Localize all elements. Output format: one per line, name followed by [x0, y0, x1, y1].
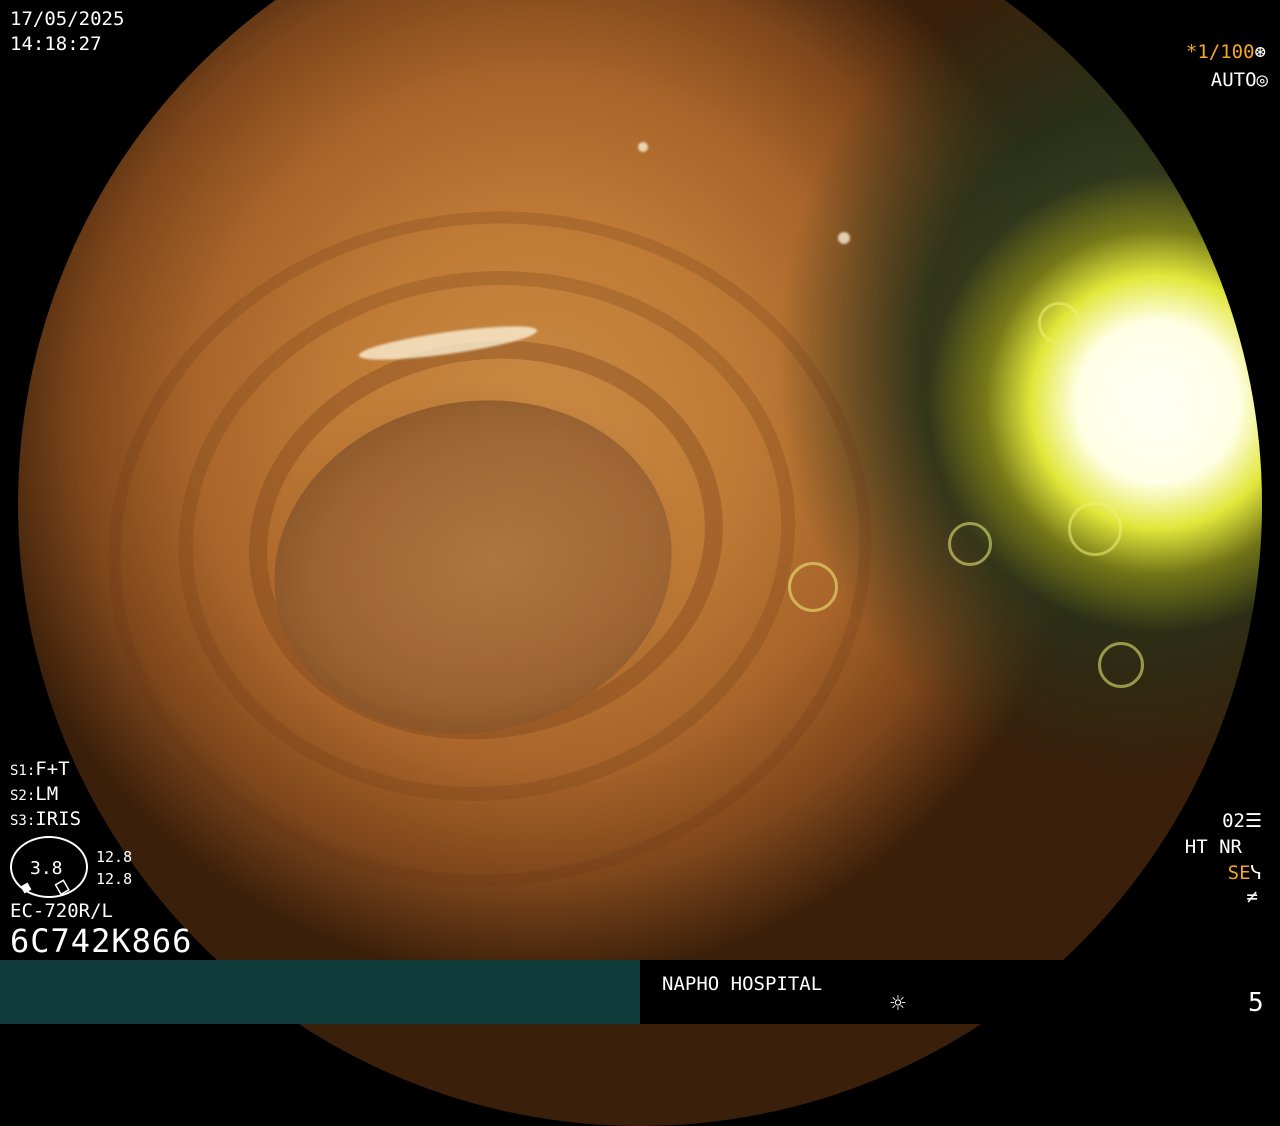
- setting-value: F+T: [35, 758, 70, 780]
- setting-value: IRIS: [35, 808, 82, 830]
- ht-nr-indicator: HT NR: [1184, 836, 1242, 858]
- scope-serial: 6C742K866: [10, 922, 193, 960]
- scope-model: EC-720R/L: [10, 900, 113, 922]
- light-reflection: [838, 232, 850, 244]
- aperture-icon: ⊛: [1254, 41, 1266, 63]
- list-icon: ☰: [1244, 810, 1262, 832]
- auto-mode: AUTO◎: [1211, 71, 1268, 90]
- time-readout: 14:18:27: [10, 33, 102, 55]
- setting-key: S2:: [10, 788, 36, 804]
- fluid-bubble: [1098, 642, 1144, 688]
- setting-s1: S1:F+T: [10, 760, 70, 779]
- scope-icon: ᓭ: [1250, 862, 1262, 884]
- status-bar: [0, 960, 1280, 1024]
- hospital-name: NAPHO HOSPITAL: [662, 973, 823, 995]
- o2-label: 02: [1222, 810, 1245, 832]
- auto-mode-label: AUTO: [1210, 69, 1257, 91]
- gauge-top-value: 12.8: [96, 848, 133, 866]
- setting-key: S3:: [10, 813, 36, 829]
- status-bar-left-panel: [0, 960, 640, 1024]
- fluid-bubble: [1038, 302, 1080, 344]
- scope-tip-icon: [20, 879, 70, 896]
- se-indicator: SEᓭ: [1228, 864, 1262, 883]
- se-label: SE: [1227, 862, 1251, 884]
- iris-icon: ◎: [1256, 69, 1268, 91]
- fluid-bubble: [948, 522, 992, 566]
- setting-key: S1:: [10, 763, 36, 779]
- fluid-bubble: [1068, 502, 1122, 556]
- gauge-bottom-value: 12.8: [96, 870, 133, 888]
- sun-icon: ☼: [890, 989, 906, 1019]
- mode-symbol: ≠: [1246, 886, 1258, 908]
- page-number: 5: [1248, 988, 1264, 1018]
- setting-s2: S2:LM: [10, 785, 58, 804]
- setting-s3: S3:IRIS: [10, 810, 81, 829]
- light-reflection: [638, 142, 648, 152]
- zoom-gauge: 3.8: [10, 836, 88, 898]
- date-readout: 17/05/2025: [10, 8, 125, 30]
- fluid-bubble: [788, 562, 838, 612]
- shutter-value: *1/100: [1185, 41, 1255, 63]
- endoscope-image: [18, 0, 1262, 1126]
- setting-value: LM: [35, 783, 59, 805]
- shutter-readout: *1/100⊛: [1186, 43, 1266, 62]
- o2-indicator: 02☰: [1222, 812, 1262, 831]
